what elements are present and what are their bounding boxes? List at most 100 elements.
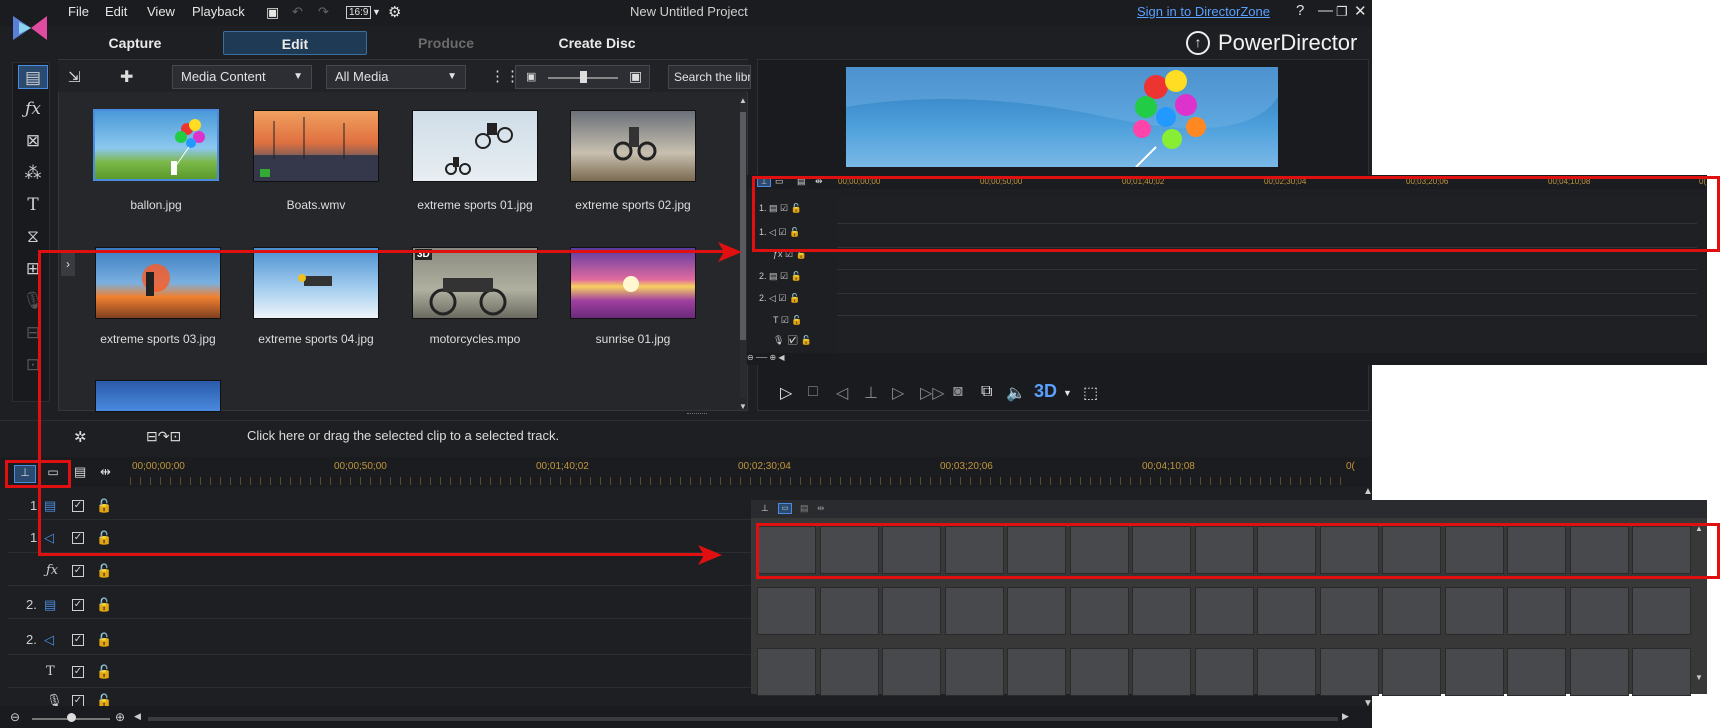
gear-icon[interactable]: ⚙ (388, 3, 401, 21)
chapter-room-icon[interactable]: ⊟ (18, 321, 48, 345)
menu-edit[interactable]: Edit (105, 4, 127, 19)
upload-icon[interactable]: ↑ (1186, 31, 1210, 55)
media-thumb-boats[interactable] (253, 110, 379, 182)
plugins-icon[interactable]: ✚ (120, 67, 133, 87)
next-frame-icon[interactable]: ▷ (892, 383, 904, 403)
tab-capture[interactable]: Capture (95, 31, 175, 55)
redo-icon[interactable]: ↷ (318, 4, 329, 20)
pip-room-icon[interactable]: ⊠ (18, 129, 48, 153)
expand-panel-icon[interactable]: › (61, 252, 75, 276)
media-label-extreme-sports-04: extreme sports 04.jpg (258, 332, 374, 346)
track-enable-checkbox[interactable]: ✓ (72, 532, 84, 544)
fx-room-icon[interactable]: ƒx (18, 97, 48, 121)
media-thumb-motorcycles[interactable]: 3D (412, 247, 538, 319)
lock-icon[interactable]: 🔓 (96, 530, 112, 546)
help-icon[interactable]: ? (1296, 2, 1304, 19)
storyboard-view-icon[interactable]: ▭ (42, 465, 64, 483)
aspect-ratio-selector[interactable]: 16:9 (346, 6, 372, 19)
undock-icon[interactable]: ⧉ (981, 383, 992, 401)
volume-icon[interactable]: 🔈 (1006, 383, 1026, 403)
undo-icon[interactable]: ↶ (292, 4, 303, 20)
track-enable-checkbox[interactable]: ✓ (72, 666, 84, 678)
lock-icon[interactable]: 🔓 (96, 664, 112, 680)
zoom-out-icon[interactable]: ⊖ (10, 710, 20, 724)
media-thumb-extreme-sports-03[interactable] (95, 247, 221, 319)
scroll-down-icon[interactable]: ▼ (739, 402, 747, 411)
lock-icon[interactable]: 🔓 (96, 597, 112, 613)
media-room-icon[interactable]: ▤ (18, 65, 48, 89)
media-thumb-extreme-sports-04[interactable] (253, 247, 379, 319)
media-filter-value: All Media (335, 69, 389, 84)
lock-icon[interactable]: 🔓 (96, 563, 112, 579)
zoom-in-icon[interactable]: ⊕ (115, 710, 125, 724)
insert-clip-icon[interactable]: ⊟↷⊡ (146, 428, 181, 445)
media-thumb-extreme-sports-02[interactable] (570, 110, 696, 182)
transition-room-icon[interactable]: ⧖ (18, 225, 48, 249)
media-filter-dropdown[interactable]: All Media ▼ (326, 65, 466, 89)
timeline-ruler[interactable] (130, 477, 1345, 485)
stop-icon[interactable]: □ (808, 383, 818, 401)
sunrise-image (623, 276, 639, 292)
menu-playback[interactable]: Playback (192, 4, 245, 19)
media-thumb-partial[interactable] (95, 380, 221, 412)
play-icon[interactable]: ▷ (780, 383, 792, 403)
lock-icon[interactable]: 🔓 (96, 498, 112, 514)
menu-file[interactable]: File (68, 4, 89, 19)
subtitle-room-icon[interactable]: ⊡ (18, 353, 48, 377)
track-enable-checkbox[interactable]: ✓ (72, 599, 84, 611)
scroll-left-icon[interactable]: ◀ (134, 711, 141, 722)
restore-icon[interactable]: ❐ (1336, 4, 1348, 20)
storyboard-slot (1382, 587, 1441, 635)
preview-image (846, 67, 1278, 167)
slider-thumb[interactable] (580, 71, 587, 83)
timeline-hscrollbar[interactable] (148, 717, 1338, 721)
scroll-right-icon[interactable]: ▶ (1342, 711, 1349, 722)
fit-timeline-icon[interactable]: ⇹ (100, 464, 111, 480)
title-room-icon[interactable]: T (18, 193, 48, 217)
chevron-down-icon[interactable]: ▼ (372, 7, 381, 17)
menu-view[interactable]: View (147, 4, 175, 19)
track-enable-checkbox[interactable]: ✓ (72, 634, 84, 646)
track-number: 2. (26, 632, 37, 647)
media-thumb-extreme-sports-01[interactable] (412, 110, 538, 182)
snapshot-icon[interactable]: ◙ (953, 383, 963, 401)
powerdirector-logo-icon (13, 16, 47, 40)
chevron-down-icon[interactable]: ▼ (1063, 388, 1072, 398)
save-icon[interactable]: ▣ (266, 4, 279, 21)
tab-create-disc[interactable]: Create Disc (552, 31, 642, 55)
split-icon[interactable]: ⊥ (864, 383, 878, 403)
audio-mixing-room-icon[interactable]: ⊞ (18, 257, 48, 281)
media-thumb-ballon[interactable] (93, 109, 219, 181)
minimize-icon[interactable]: — (1318, 2, 1333, 19)
panel-resize-handle[interactable] (687, 413, 707, 417)
tab-edit[interactable]: Edit (223, 31, 367, 55)
library-search-input[interactable]: Search the libra (668, 65, 751, 89)
fit-timeline-icon: ⇹ (817, 503, 825, 513)
voice-over-room-icon[interactable]: 🎙 (18, 289, 48, 313)
media-thumb-sunrise-01[interactable] (570, 247, 696, 319)
tab-produce[interactable]: Produce (406, 31, 486, 55)
library-scrollbar-thumb[interactable] (740, 112, 746, 340)
fullscreen-icon[interactable]: ⬚ (1083, 383, 1098, 403)
track-enable-checkbox[interactable]: ✓ (72, 565, 84, 577)
video-track-icon: ▤ (44, 597, 57, 612)
scroll-up-icon[interactable]: ▲ (1363, 486, 1372, 497)
timeline-view-icon[interactable]: ⊥ (14, 465, 36, 483)
import-media-icon[interactable]: ⇲ (68, 68, 81, 86)
fast-forward-icon[interactable]: ▷▷ (920, 383, 945, 403)
track-enable-checkbox[interactable]: ✓ (72, 500, 84, 512)
brand-name: PowerDirector (1218, 30, 1358, 55)
media-content-dropdown[interactable]: Media Content ▼ (172, 65, 312, 89)
magic-tools-icon[interactable]: ✲ (74, 428, 87, 446)
3d-mode-button[interactable]: 3D (1034, 381, 1057, 402)
lock-icon[interactable]: 🔓 (96, 632, 112, 648)
previous-frame-icon[interactable]: ◁ (836, 383, 848, 403)
close-icon[interactable]: ✕ (1354, 2, 1367, 20)
zoom-slider-thumb[interactable] (67, 713, 76, 722)
scroll-up-icon[interactable]: ▲ (739, 96, 747, 105)
bmx-image (445, 123, 513, 175)
track-manager-icon[interactable]: ▤ (74, 464, 86, 480)
signin-link[interactable]: Sign in to DirectorZone (1137, 4, 1270, 19)
thumbnail-size-slider[interactable]: ▣ ▣ (515, 65, 650, 89)
particle-room-icon[interactable]: ⁂ (18, 161, 48, 185)
